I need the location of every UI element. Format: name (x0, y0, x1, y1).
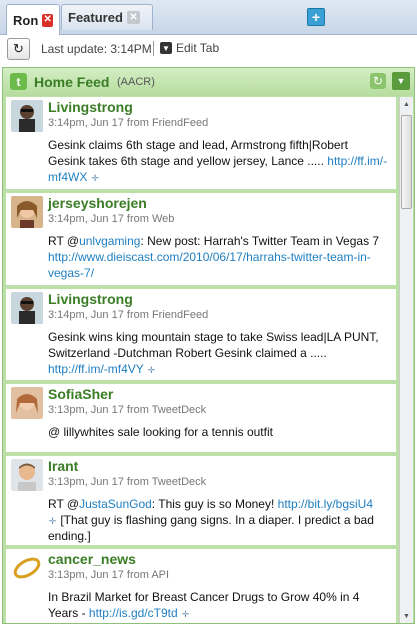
tweet-meta: 3:14pm, Jun 17 from FriendFeed (48, 117, 209, 129)
ribbon-avatar[interactable] (11, 552, 43, 584)
tab-featured[interactable]: Featured ✕ (61, 4, 153, 30)
tweet-text: RT @unlvgaming: New post: Harrah's Twitt… (48, 233, 388, 281)
tweet-link[interactable]: http://bit.ly/bgsiU4 (278, 497, 373, 511)
tweet-body-cont: [That guy is flashing gang signs. In a d… (48, 513, 374, 543)
tweet-body: Gesink wins king mountain stage to take … (48, 330, 379, 360)
tweet-text: In Brazil Market for Breast Cancer Drugs… (48, 589, 388, 621)
scroll-down-icon[interactable]: ▼ (400, 609, 413, 623)
tweet-username[interactable]: jerseyshorejen (48, 195, 147, 211)
tab-label: Featured (68, 10, 123, 25)
tweet-list: Livingstrong 3:14pm, Jun 17 from FriendF… (6, 97, 396, 623)
scroll-up-icon[interactable]: ▲ (400, 97, 413, 111)
scrollbar[interactable]: ▲ ▼ (399, 97, 413, 623)
close-icon[interactable]: ✕ (42, 13, 53, 27)
plus-icon: + (311, 9, 321, 25)
scroll-thumb[interactable] (401, 115, 412, 209)
cyclist-avatar[interactable] (11, 292, 43, 324)
tab-label: Ron (13, 12, 39, 28)
tweet-item: Livingstrong 3:14pm, Jun 17 from FriendF… (6, 97, 396, 191)
feed-account: (AACR) (117, 76, 155, 88)
tweet-link[interactable]: http://is.gd/cT9td (89, 606, 178, 620)
tweet-rt: RT @ (48, 234, 80, 248)
tweet-meta: 3:13pm, Jun 17 from TweetDeck (48, 476, 207, 488)
tweet-body: : New post: Harrah's Twitter Team in Veg… (140, 234, 380, 248)
tab-ron[interactable]: Ron ✕ (6, 4, 60, 35)
feed-menu-icon[interactable]: ▼ (392, 72, 410, 90)
expand-icon[interactable]: ✛ (147, 366, 156, 375)
tweet-username[interactable]: cancer_news (48, 551, 136, 567)
twitter-icon: t (10, 73, 27, 90)
tweet-item: SofiaSher 3:13pm, Jun 17 from TweetDeck … (6, 384, 396, 454)
tweet-link[interactable]: http://www.dieiscast.com/2010/06/17/harr… (48, 250, 371, 280)
tweet-body: : This guy is so Money! (151, 497, 278, 511)
woman-avatar[interactable] (11, 196, 43, 228)
tweet-text: Gesink claims 6th stage and lead, Armstr… (48, 137, 388, 185)
tweet-text: RT @JustaSunGod: This guy is so Money! h… (48, 496, 388, 544)
tweet-link[interactable]: http://ff.im/-mf4VY (48, 362, 144, 376)
tweet-username[interactable]: Livingstrong (48, 99, 133, 115)
tweet-body: Gesink claims 6th stage and lead, Armstr… (48, 138, 348, 168)
tab-bar: Ron ✕ Featured ✕ + (0, 0, 417, 35)
feed-title: Home Feed (34, 74, 110, 90)
divider (153, 41, 154, 56)
expand-icon[interactable]: ✛ (91, 174, 100, 183)
tweet-item: Irant 3:13pm, Jun 17 from TweetDeck RT @… (6, 456, 396, 547)
tweet-username[interactable]: Irant (48, 458, 78, 474)
dropdown-icon: ▼ (160, 42, 172, 54)
tweet-meta: 3:13pm, Jun 17 from API (48, 569, 170, 581)
tweet-item: Livingstrong 3:14pm, Jun 17 from FriendF… (6, 289, 396, 382)
cyclist-avatar[interactable] (11, 100, 43, 132)
close-icon[interactable]: ✕ (126, 11, 140, 24)
tweet-mention[interactable]: JustaSunGod (79, 497, 152, 511)
toolbar: ↻ Last update: 3:14PM ▼ Edit Tab (0, 35, 417, 65)
refresh-button[interactable]: ↻ (7, 38, 30, 60)
expand-icon[interactable]: ✛ (181, 610, 190, 619)
tweet-text: Gesink wins king mountain stage to take … (48, 329, 388, 377)
tweet-text: @ lillywhites sale looking for a tennis … (48, 425, 273, 439)
add-tab-button[interactable]: + (307, 8, 325, 26)
tweet-rt: RT @ (48, 497, 80, 511)
expand-icon[interactable]: ✛ (48, 517, 57, 526)
edit-tab-button[interactable]: ▼ Edit Tab (160, 41, 219, 55)
home-feed-panel: t Home Feed (AACR) ↻ ▼ Livingstrong 3:14… (2, 67, 415, 624)
tweet-username[interactable]: Livingstrong (48, 291, 133, 307)
feed-header: t Home Feed (AACR) ↻ ▼ (3, 68, 414, 96)
feed-refresh-icon[interactable]: ↻ (370, 73, 386, 89)
man-avatar[interactable] (11, 459, 43, 491)
last-update-text: Last update: 3:14PM (41, 42, 152, 56)
edit-tab-label: Edit Tab (176, 41, 220, 55)
tweet-meta: 3:14pm, Jun 17 from Web (48, 213, 175, 225)
tweet-item: jerseyshorejen 3:14pm, Jun 17 from Web R… (6, 193, 396, 287)
tweet-meta: 3:14pm, Jun 17 from FriendFeed (48, 309, 209, 321)
tweet-mention[interactable]: unlvgaming (79, 234, 140, 248)
woman-avatar-2[interactable] (11, 387, 43, 419)
tweet-username[interactable]: SofiaSher (48, 386, 113, 402)
refresh-icon: ↻ (13, 41, 24, 56)
tweet-meta: 3:13pm, Jun 17 from TweetDeck (48, 404, 207, 416)
tweet-item: cancer_news 3:13pm, Jun 17 from API In B… (6, 549, 396, 623)
